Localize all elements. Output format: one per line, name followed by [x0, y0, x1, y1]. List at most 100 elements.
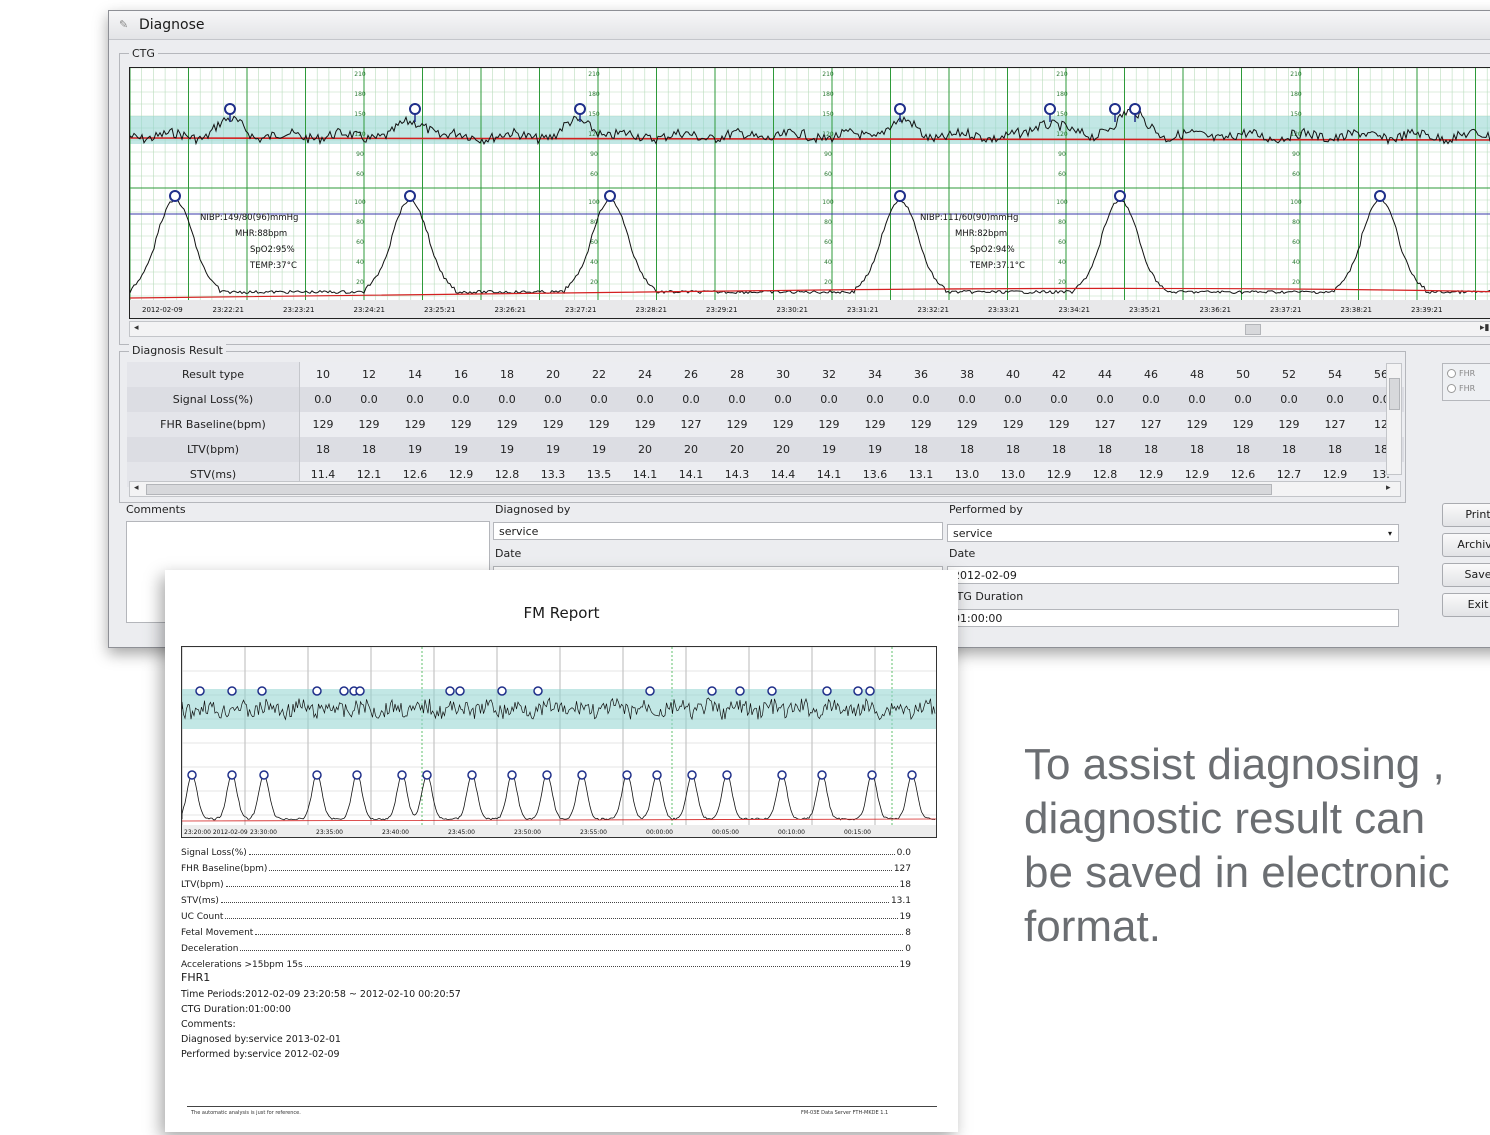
time-tick-label: 23:30:21: [777, 306, 808, 314]
toco-scale-label: 80: [824, 219, 832, 226]
table-cell: 0.0: [530, 387, 576, 412]
report-movement-marker: [445, 686, 455, 696]
table-cell: 0.0: [714, 387, 760, 412]
ctg-duration-field[interactable]: 01:00:00: [947, 609, 1399, 627]
dot-leader: [255, 934, 904, 935]
toco-scale-label: 100: [588, 199, 600, 206]
column-header: 38: [944, 362, 990, 387]
table-cell: 129: [530, 412, 576, 437]
report-time-label: 23:20:00 2012-02-09: [184, 829, 248, 836]
result-vscroll-thumb[interactable]: [1389, 378, 1400, 410]
scroll-left-arrow-icon[interactable]: ◂: [134, 322, 139, 335]
report-title: FM Report: [523, 604, 600, 622]
save-button[interactable]: Save: [1442, 563, 1490, 587]
table-cell: 0.0: [760, 387, 806, 412]
column-header: 30: [760, 362, 806, 387]
fhr-scale-label: 210: [1290, 71, 1302, 78]
table-cell: 0.0: [852, 387, 898, 412]
nibp-annotation-mhr: MHR:88bpm: [235, 229, 287, 239]
result-horizontal-scrollbar[interactable]: ◂ ▸: [129, 481, 1401, 497]
chevron-down-icon[interactable]: ▾: [1388, 525, 1392, 543]
result-scroll-left-icon[interactable]: ◂: [134, 482, 139, 495]
table-cell: 129: [622, 412, 668, 437]
column-header: 54: [1312, 362, 1358, 387]
table-cell: 0.0: [346, 387, 392, 412]
toco-scale-label: 40: [1058, 259, 1066, 266]
report-contraction-marker: [907, 770, 917, 780]
table-cell: 19: [576, 437, 622, 462]
time-tick-label: 23:32:21: [918, 306, 949, 314]
fhr-scale-label: 150: [1056, 111, 1068, 118]
report-movement-marker: [455, 686, 465, 696]
ctg-horizontal-scrollbar[interactable]: ◂ ▸▮: [129, 321, 1490, 337]
result-vertical-scrollbar[interactable]: [1386, 363, 1402, 475]
fhr-heading: FHR1: [181, 971, 211, 984]
print-button[interactable]: Print: [1442, 503, 1490, 527]
performed-date-field[interactable]: 2012-02-09: [947, 566, 1399, 584]
dot-leader: [220, 902, 889, 903]
contraction-marker: [1114, 190, 1126, 202]
window-titlebar[interactable]: ✎ Diagnose: [109, 11, 1490, 40]
fhr-scale-label: 60: [1058, 171, 1066, 178]
report-contraction-marker: [817, 770, 827, 780]
fhr1-radio[interactable]: FHR: [1443, 366, 1490, 381]
report-movement-marker: [497, 686, 507, 696]
table-cell: 18: [346, 437, 392, 462]
fhr-scale-label: 180: [1056, 91, 1068, 98]
nibp-annotation-temp: TEMP:37°C: [249, 261, 297, 271]
ctg-chart[interactable]: 2101801501209060100806040202101801501209…: [129, 67, 1490, 319]
column-header: 34: [852, 362, 898, 387]
table-cell: 129: [806, 412, 852, 437]
time-tick-label: 23:39:21: [1411, 306, 1442, 314]
time-tick-label: 23:25:21: [424, 306, 455, 314]
dot-leader: [225, 918, 898, 919]
performed-by-label: Performed by: [949, 503, 1023, 516]
table-cell: 129: [299, 412, 346, 437]
contraction-marker: [604, 190, 616, 202]
exit-button[interactable]: Exit: [1442, 593, 1490, 617]
comments-text: Comments:: [181, 1019, 236, 1030]
result-hscroll-thumb[interactable]: [146, 484, 1272, 495]
table-cell: 129: [392, 412, 438, 437]
time-tick-label: 23:37:21: [1270, 306, 1301, 314]
report-movement-marker: [735, 686, 745, 696]
toco-scale-label: 60: [824, 239, 832, 246]
toco-scale-label: 100: [354, 199, 366, 206]
dot-leader: [248, 854, 895, 855]
report-toco-trace: [182, 772, 936, 821]
report-movement-marker: [533, 686, 543, 696]
column-header: 32: [806, 362, 852, 387]
ctg-duration-label: CTG Duration: [949, 590, 1024, 603]
table-cell: 0.0: [944, 387, 990, 412]
table-cell: 0.0: [622, 387, 668, 412]
scroll-end-arrow-icon[interactable]: ▸▮: [1480, 322, 1489, 335]
diagnosed-by-field[interactable]: service: [493, 522, 943, 540]
metric-value: 0.0: [896, 848, 911, 858]
nibp-annotation-spo2: SpO2:95%: [250, 245, 295, 255]
report-movement-marker: [767, 686, 777, 696]
table-cell: 18: [1082, 437, 1128, 462]
fhr-scale-label: 90: [1058, 151, 1066, 158]
report-contraction-marker: [577, 770, 587, 780]
performed-by-select[interactable]: service ▾: [947, 524, 1399, 542]
table-cell: 0.0: [1128, 387, 1174, 412]
fhr-scale-label: 90: [1292, 151, 1300, 158]
table-cell: 129: [944, 412, 990, 437]
table-cell: 0.0: [1220, 387, 1266, 412]
toco-scale-label: 100: [1056, 199, 1068, 206]
table-cell: 0.0: [438, 387, 484, 412]
metric-label: Fetal Movement: [181, 928, 254, 938]
footer-divider: [187, 1106, 937, 1107]
ctg-scroll-thumb[interactable]: [1245, 324, 1261, 335]
fetal-movement-marker: [1044, 103, 1056, 115]
archive-button[interactable]: Archive: [1442, 533, 1490, 557]
result-scroll-right-icon[interactable]: ▸: [1386, 482, 1391, 495]
radio-label: FHR: [1459, 369, 1476, 378]
fhr-scale-label: 210: [588, 71, 600, 78]
report-time-label: 23:35:00: [316, 829, 343, 836]
table-cell: 18: [1266, 437, 1312, 462]
row-label: Signal Loss(%): [127, 387, 300, 412]
fhr2-radio[interactable]: FHR: [1443, 381, 1490, 396]
report-movement-marker: [227, 686, 237, 696]
contraction-marker: [169, 190, 181, 202]
